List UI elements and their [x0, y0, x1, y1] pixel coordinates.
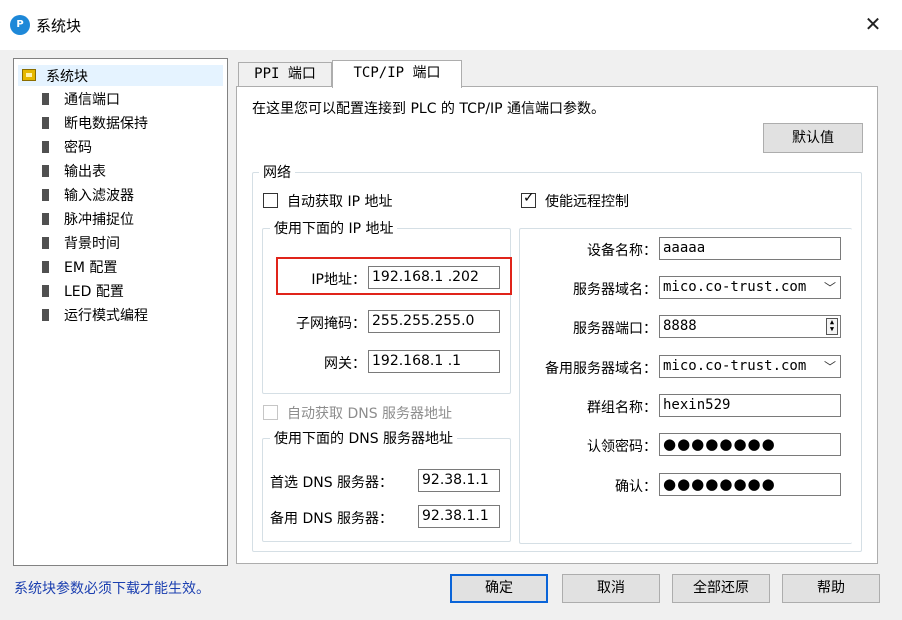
tree-item-label: 密码	[64, 140, 92, 156]
tree-item-label: EM 配置	[64, 260, 118, 276]
backup-domain-value: mico.co-trust.com	[663, 358, 807, 374]
tree-item-label: LED 配置	[64, 284, 124, 300]
subnet-mask-label: 子网掩码：	[296, 316, 366, 332]
auto-dns-label: 自动获取 DNS 服务器地址	[287, 406, 453, 422]
chevron-down-icon[interactable]: ﹀	[824, 357, 836, 377]
tree-item-label: 输出表	[64, 164, 106, 180]
backup-domain-dropdown[interactable]: mico.co-trust.com ﹀	[659, 355, 841, 378]
item-icon	[42, 165, 49, 177]
gateway-field[interactable]: 192.168.1 .1	[368, 350, 500, 373]
server-domain-value: mico.co-trust.com	[663, 279, 807, 295]
remote-control-label: 使能远程控制	[545, 194, 629, 210]
app-logo-icon: P	[10, 15, 30, 35]
network-group-label: 网络	[259, 162, 295, 182]
item-icon	[42, 189, 49, 201]
chevron-down-icon[interactable]: ﹀	[824, 278, 836, 298]
confirm-password-label: 确认：	[615, 479, 657, 495]
check-icon: ✓	[523, 190, 535, 206]
subnet-mask-field[interactable]: 255.255.255.0	[368, 310, 500, 333]
auto-dns-checkbox[interactable]	[263, 405, 278, 420]
dns-primary-label: 首选 DNS 服务器：	[270, 475, 394, 491]
device-name-field[interactable]: aaaaa	[659, 237, 841, 260]
restore-all-button[interactable]: 全部还原	[672, 574, 770, 603]
window-title: 系统块	[36, 17, 82, 35]
server-port-label: 服务器端口：	[573, 321, 657, 337]
highlight-box	[276, 257, 512, 295]
ok-button[interactable]: 确定	[450, 574, 548, 603]
default-values-button[interactable]: 默认值	[763, 123, 863, 153]
server-domain-label: 服务器域名：	[573, 282, 657, 298]
item-icon	[42, 309, 49, 321]
tab-tcpip-port[interactable]: TCP/IP 端口	[332, 60, 462, 88]
item-icon	[42, 285, 49, 297]
item-icon	[42, 237, 49, 249]
title-bar: P 系统块 ✕	[0, 0, 902, 50]
dns-alt-field[interactable]: 92.38.1.1	[418, 505, 500, 528]
auto-ip-label: 自动获取 IP 地址	[287, 194, 393, 210]
server-domain-dropdown[interactable]: mico.co-trust.com ﹀	[659, 276, 841, 299]
tree-root-label: 系统块	[46, 69, 88, 85]
item-icon	[42, 213, 49, 225]
tree-item-label: 运行模式编程	[64, 308, 148, 324]
server-port-value: 8888	[663, 318, 697, 334]
claim-password-label: 认领密码：	[587, 439, 657, 455]
cancel-button[interactable]: 取消	[562, 574, 660, 603]
dns-primary-field[interactable]: 92.38.1.1	[418, 469, 500, 492]
group-name-label: 群组名称：	[587, 400, 657, 416]
tab-ppi-port[interactable]: PPI 端口	[238, 62, 332, 86]
item-icon	[42, 93, 49, 105]
close-button[interactable]: ✕	[860, 10, 886, 38]
server-port-stepper[interactable]: 8888 ▲ ▼	[659, 315, 841, 338]
gateway-label: 网关：	[324, 356, 366, 372]
folder-icon	[22, 69, 36, 81]
auto-ip-checkbox[interactable]	[263, 193, 278, 208]
tree-item-label: 输入滤波器	[64, 188, 134, 204]
panel-description: 在这里您可以配置连接到 PLC 的 TCP/IP 通信端口参数。	[252, 101, 606, 117]
tree-item-label: 背景时间	[64, 236, 120, 252]
dns-alt-label: 备用 DNS 服务器：	[270, 511, 394, 527]
item-icon	[42, 261, 49, 273]
group-name-field[interactable]: hexin529	[659, 394, 841, 417]
system-block-tree[interactable]: 系统块 通信端口 断电数据保持 密码 输出表 输入滤波器 脉冲捕捉位 背景时间 …	[13, 58, 228, 566]
backup-domain-label: 备用服务器域名：	[545, 361, 657, 377]
tree-item-label: 断电数据保持	[64, 116, 148, 132]
download-required-note: 系统块参数必须下载才能生效。	[14, 581, 210, 597]
help-button[interactable]: 帮助	[782, 574, 880, 603]
tree-item-label: 脉冲捕捉位	[64, 212, 134, 228]
item-icon	[42, 141, 49, 153]
spin-arrows-icon[interactable]: ▲ ▼	[826, 318, 838, 335]
remote-control-checkbox[interactable]: ✓	[521, 190, 536, 208]
claim-password-field[interactable]: ●●●●●●●●	[659, 433, 841, 456]
tree-root-system-block[interactable]: 系统块	[18, 65, 223, 86]
manual-dns-group-label: 使用下面的 DNS 服务器地址	[270, 428, 458, 448]
device-name-label: 设备名称：	[587, 243, 657, 259]
item-icon	[42, 117, 49, 129]
confirm-password-field[interactable]: ●●●●●●●●	[659, 473, 841, 496]
tree-item-label: 通信端口	[64, 92, 120, 108]
manual-ip-group-label: 使用下面的 IP 地址	[270, 218, 398, 238]
